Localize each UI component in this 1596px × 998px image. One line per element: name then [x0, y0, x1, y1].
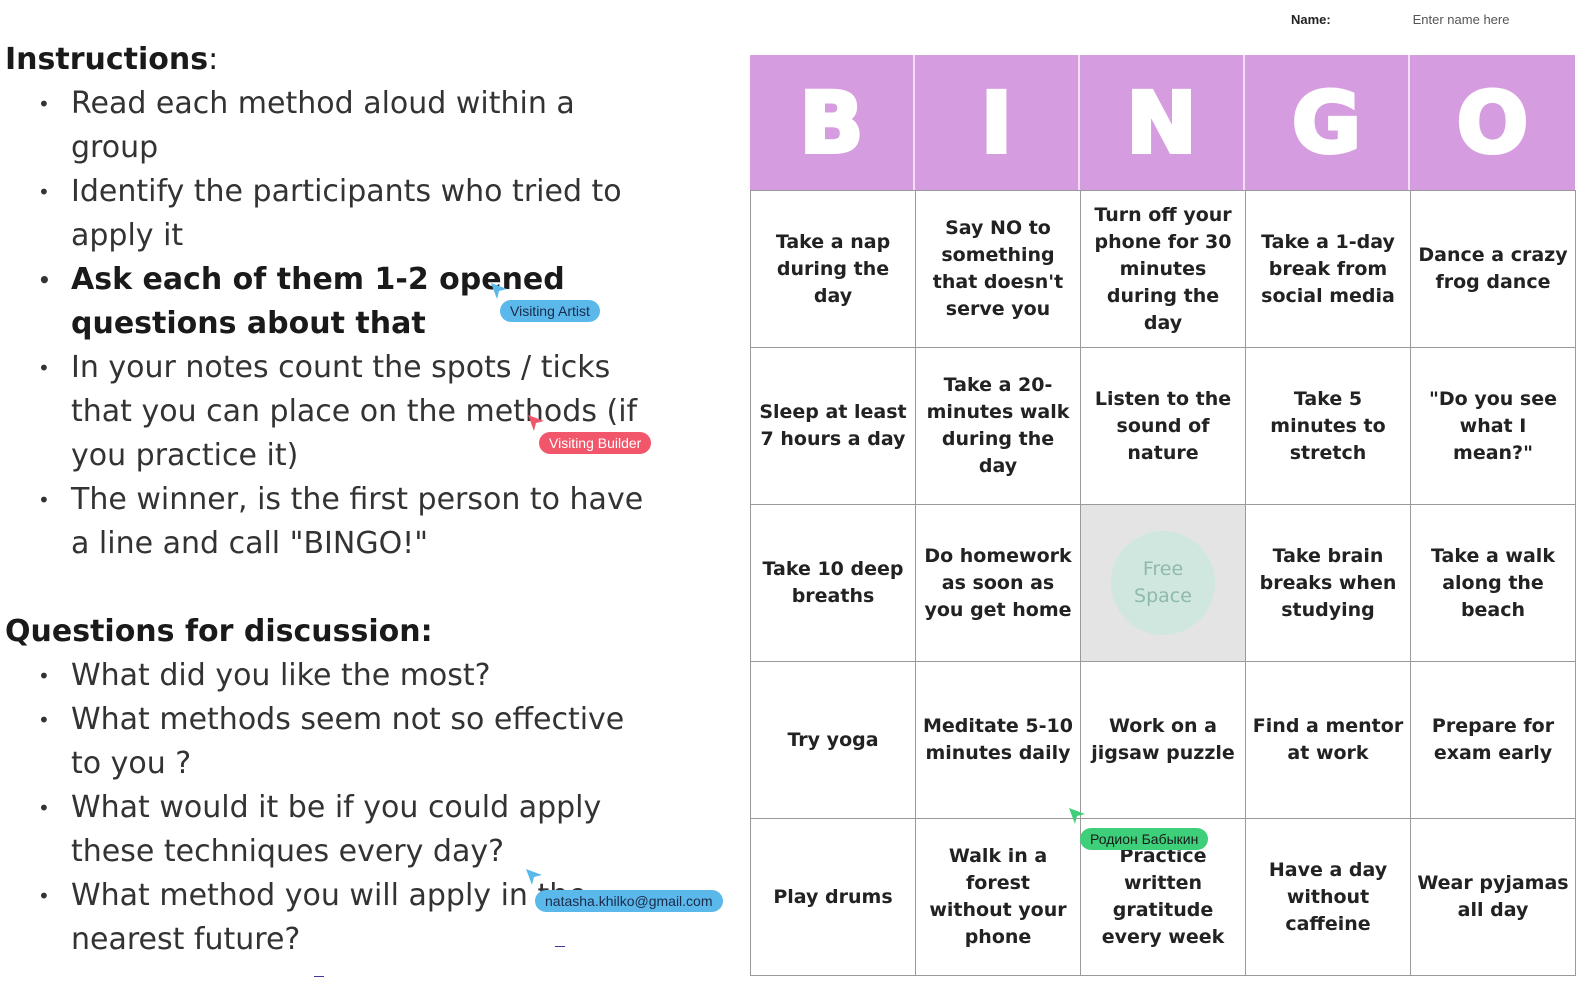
instructions-list: Read each method aloud within a group Id… [5, 82, 705, 566]
bingo-cell[interactable]: Find a mentor at work [1246, 662, 1411, 819]
instruction-item: Read each method aloud within a group [5, 82, 661, 170]
bingo-grid: Take a nap during the day Say NO to some… [750, 190, 1576, 976]
bingo-cell[interactable]: Take a 20-minutes walk during the day [916, 348, 1081, 505]
bingo-cell[interactable]: Wear pyjamas all day [1411, 819, 1576, 976]
bingo-cell[interactable]: Listen to the sound of nature [1081, 348, 1246, 505]
question-item: What methods seem not so effective to yo… [5, 698, 661, 786]
instruction-item: In your notes count the spots / ticks th… [5, 346, 661, 478]
bingo-cell[interactable]: Prepare for exam early [1411, 662, 1576, 819]
bingo-cell[interactable]: Take a 1-day break from social media [1246, 191, 1411, 348]
cursor-arrow-icon [526, 869, 542, 885]
name-row: Name: [1291, 12, 1553, 27]
bingo-cell[interactable]: Walk in a forest without your phone [916, 819, 1081, 976]
instructions-heading: Instructions: [5, 38, 705, 82]
bingo-cell[interactable]: Take 5 minutes to stretch [1246, 348, 1411, 505]
cursor-arrow-icon [528, 415, 544, 431]
bingo-cell[interactable]: Dance a crazy frog dance [1411, 191, 1576, 348]
bingo-cell[interactable]: Meditate 5-10 minutes daily [916, 662, 1081, 819]
bingo-header: B I N G O [750, 55, 1576, 190]
bingo-cell[interactable]: Work on a jigsaw puzzle [1081, 662, 1246, 819]
cursor-label: Visiting Builder [539, 432, 652, 454]
divider-mark [555, 946, 565, 947]
instructions-panel: Instructions: Read each method aloud wit… [5, 38, 705, 962]
bingo-cell[interactable]: Sleep at least 7 hours a day [751, 348, 916, 505]
question-item: What would it be if you could apply thes… [5, 786, 661, 874]
bingo-cell[interactable]: Have a day without caffeine [1246, 819, 1411, 976]
bingo-cell[interactable]: Try yoga [751, 662, 916, 819]
instructions-heading-colon: : [208, 42, 219, 77]
name-label: Name: [1291, 12, 1331, 27]
bingo-letter-g: G [1245, 55, 1410, 190]
bingo-cell[interactable]: Turn off your phone for 30 minutes durin… [1081, 191, 1246, 348]
free-space-cell[interactable]: Free Space [1081, 505, 1246, 662]
divider-mark [314, 976, 324, 977]
instruction-item: The winner, is the first person to have … [5, 478, 661, 566]
question-item: What method you will apply in the neares… [5, 874, 661, 962]
questions-list: What did you like the most? What methods… [5, 654, 705, 962]
bingo-letter-o: O [1410, 55, 1575, 190]
bingo-letter-n: N [1080, 55, 1245, 190]
instructions-heading-text: Instructions [5, 42, 209, 77]
questions-heading: Questions for discussion: [5, 614, 433, 649]
bingo-cell[interactable]: Take a walk along the beach [1411, 505, 1576, 662]
bingo-letter-b: B [750, 55, 915, 190]
question-item: What did you like the most? [5, 654, 661, 698]
bingo-cell[interactable]: Do homework as soon as you get home [916, 505, 1081, 662]
bingo-cell[interactable]: Play drums [751, 819, 916, 976]
cursor-label: natasha.khilko@gmail.com [535, 890, 723, 912]
instruction-item: Identify the participants who tried to a… [5, 170, 661, 258]
cursor-arrow-icon [491, 283, 507, 299]
cursor-label: Visiting Artist [500, 300, 600, 322]
cursor-arrow-icon [1069, 808, 1085, 824]
bingo-cell[interactable]: Take brain breaks when studying [1246, 505, 1411, 662]
bingo-cell[interactable]: Say NO to something that doesn't serve y… [916, 191, 1081, 348]
name-input[interactable] [1412, 12, 1553, 27]
bingo-cell[interactable]: "Do you see what I mean?" [1411, 348, 1576, 505]
free-space-circle: Free Space [1111, 531, 1215, 635]
bingo-letter-i: I [915, 55, 1080, 190]
bingo-cell[interactable]: Take 10 deep breaths [751, 505, 916, 662]
cursor-label: Родион Бабыкин [1080, 828, 1209, 850]
bingo-cell[interactable]: Take a nap during the day [751, 191, 916, 348]
